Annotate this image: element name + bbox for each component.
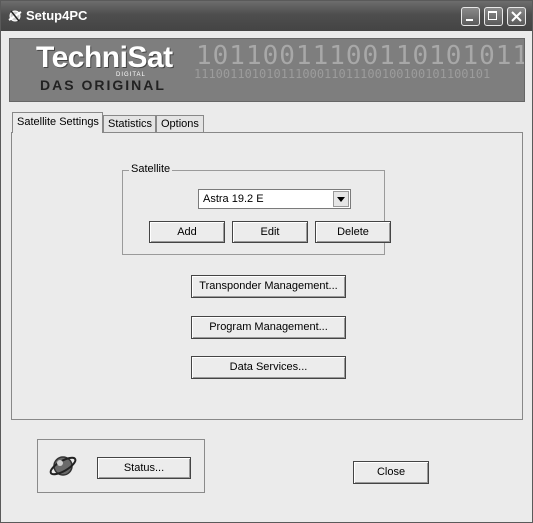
setup4pc-window: Setup4PC 1011001110011010101110 11100110…	[0, 0, 533, 523]
title-bar[interactable]: Setup4PC	[1, 1, 532, 31]
close-button[interactable]: Close	[353, 461, 429, 484]
minimize-button[interactable]	[461, 7, 480, 26]
window-title: Setup4PC	[26, 8, 88, 23]
close-icon	[511, 11, 522, 22]
delete-satellite-button[interactable]: Delete	[315, 221, 391, 243]
logo-slogan: DAS ORIGINAL	[40, 77, 166, 93]
transponder-management-button[interactable]: Transponder Management...	[191, 275, 346, 298]
add-satellite-button[interactable]: Add	[149, 221, 225, 243]
satellite-select[interactable]: Astra 19.2 E	[198, 189, 351, 209]
app-icon	[8, 10, 22, 22]
status-button[interactable]: Status...	[97, 457, 191, 479]
edit-satellite-button[interactable]: Edit	[232, 221, 308, 243]
banner-binary-bottom: 1110011010101110001101110010010010110010…	[194, 67, 491, 81]
tab-satellite-settings[interactable]: Satellite Settings	[12, 112, 103, 133]
maximize-button[interactable]	[484, 7, 503, 26]
technisat-logo: TechniSat	[36, 41, 173, 74]
technisat-banner: 1011001110011010101110 11100110101011100…	[9, 38, 525, 102]
satellite-select-value: Astra 19.2 E	[203, 193, 264, 205]
tab-statistics[interactable]: Statistics	[103, 115, 156, 132]
satellite-group-label: Satellite	[129, 163, 173, 175]
chevron-down-icon[interactable]	[333, 191, 349, 207]
satellite-settings-panel: Satellite Astra 19.2 E Add Edit Delete T…	[11, 132, 523, 420]
status-box: Status...	[37, 439, 205, 493]
program-management-button[interactable]: Program Management...	[191, 316, 346, 339]
satellite-group: Satellite Astra 19.2 E Add Edit Delete	[122, 163, 391, 255]
tab-options[interactable]: Options	[156, 115, 204, 132]
data-services-button[interactable]: Data Services...	[191, 356, 346, 379]
satellite-icon	[49, 456, 77, 476]
close-window-button[interactable]	[507, 7, 526, 26]
